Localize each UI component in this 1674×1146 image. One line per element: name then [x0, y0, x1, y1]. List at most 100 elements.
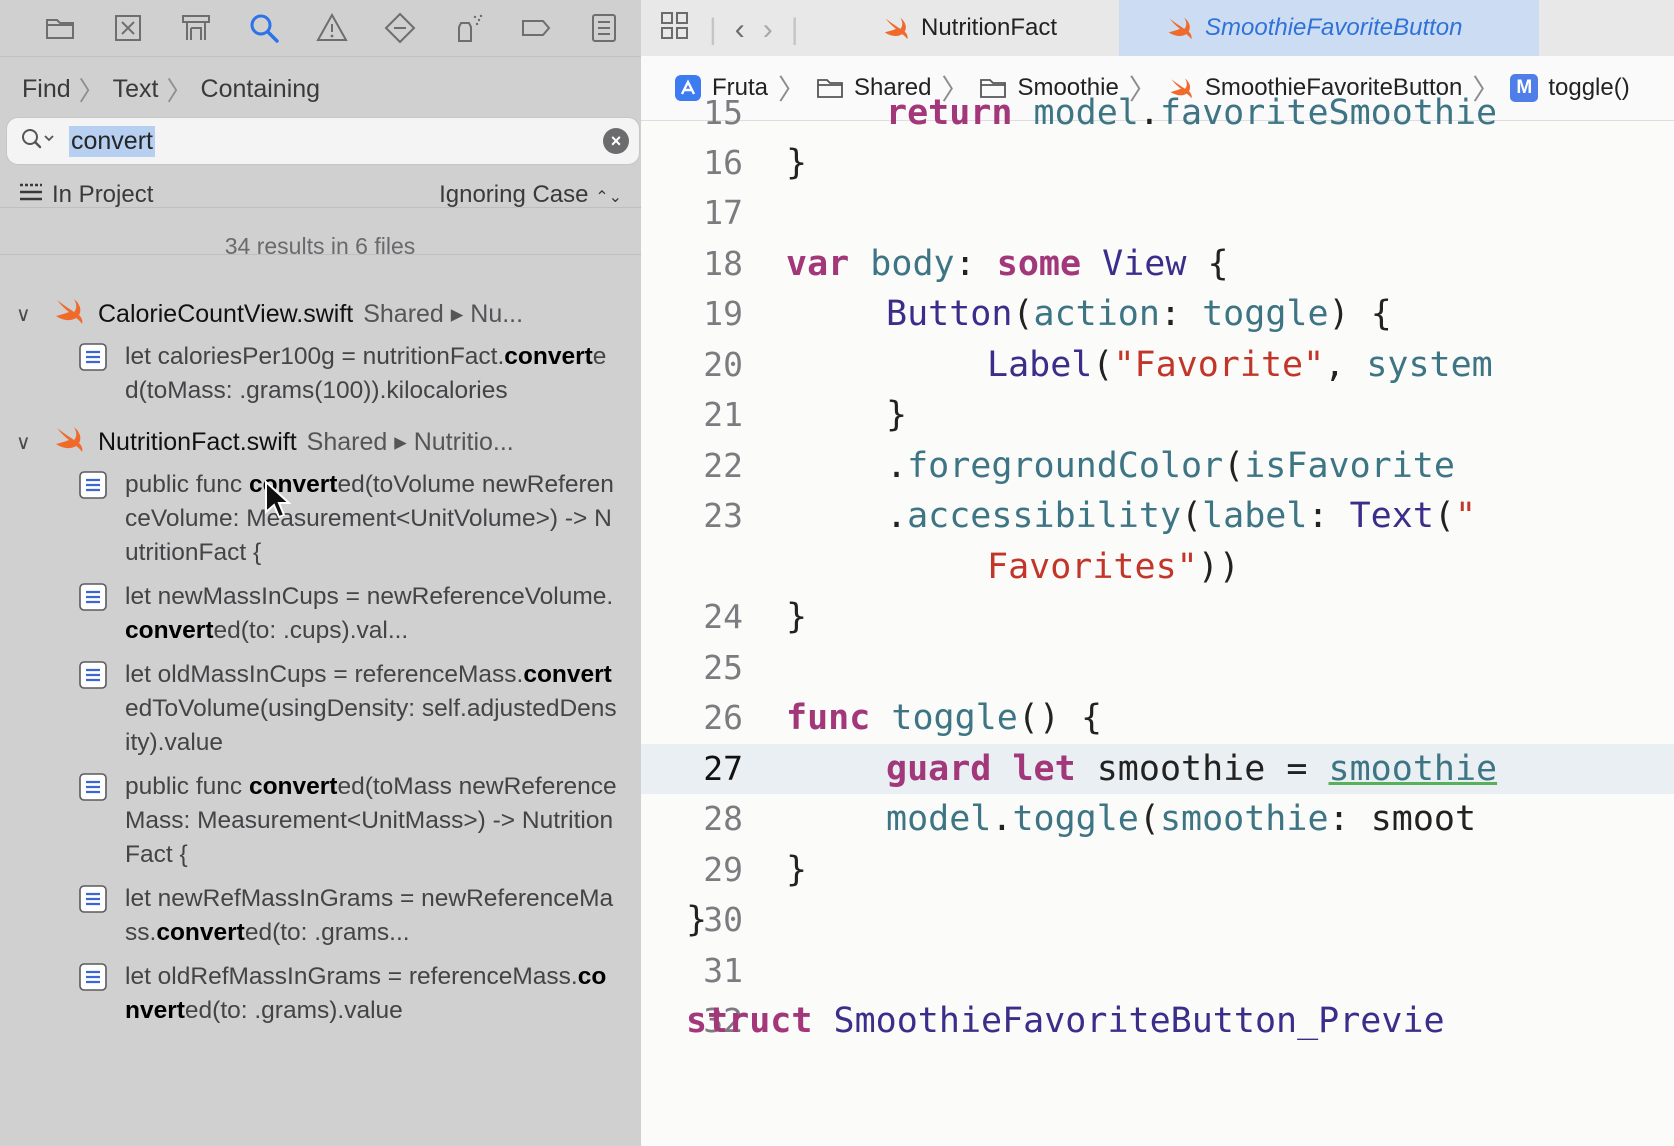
tab-navigation: | ‹ › | [659, 10, 799, 50]
case-sensitivity-label: Ignoring Case [439, 181, 589, 208]
find-mode-text[interactable]: Text [113, 75, 159, 104]
search-options-icon[interactable] [19, 126, 57, 157]
match-prefix: public func [125, 773, 249, 800]
line-number: 16 [703, 143, 743, 182]
result-file-name: CalorieCountView.swift [98, 299, 354, 328]
line-number: 21 [703, 395, 743, 434]
popup-chevron-icon: ⌃⌄ [595, 189, 622, 206]
find-mode-containing[interactable]: Containing [201, 75, 321, 104]
result-match-item[interactable]: let newMassInCups = newReferenceVolume. c… [78, 580, 618, 648]
code-line: 28 model.toggle(smoothie: smoot [641, 794, 1674, 844]
code-text: } [786, 850, 808, 890]
result-match-item[interactable]: public func converted(toMass newReferenc… [78, 770, 618, 872]
match-prefix: let oldMassInCups = referenceMass. [125, 661, 524, 688]
code-text: Label("Favorite", system [987, 345, 1493, 385]
report-list-icon[interactable] [570, 0, 638, 56]
code-line: 32 struct SmoothieFavoriteButton_Previe [641, 996, 1674, 1046]
result-file-name: NutritionFact.swift [98, 427, 297, 456]
line-number: 24 [703, 597, 743, 636]
code-line: 16} [641, 138, 1674, 188]
match-prefix: let newMassInCups = newReferenceVolume. [125, 583, 614, 610]
result-match-item[interactable]: let caloriesPer100g = nutritionFact.conv… [78, 340, 618, 408]
code-line: 21} [641, 390, 1674, 440]
match-text: public func converted(toVolume newRefere… [125, 468, 618, 570]
back-chevron-icon[interactable]: ‹ [735, 13, 745, 47]
related-items-grid-icon[interactable] [659, 10, 691, 50]
swift-file-icon [52, 424, 86, 461]
divider: | [709, 13, 717, 46]
source-line-icon [78, 582, 108, 612]
result-match-item[interactable]: let oldMassInCups = referenceMass.conver… [78, 658, 618, 760]
code-text: guard let smoothie = smoothie [886, 749, 1498, 789]
code-line: 23 .accessibility(label: Text(" [641, 491, 1674, 541]
code-line: 31 [641, 946, 1674, 996]
match-text: let oldRefMassInGrams = referenceMass.co… [125, 960, 618, 1028]
clear-search-icon[interactable]: × [603, 128, 629, 154]
source-control-icon[interactable] [94, 0, 162, 56]
find-navigator: Find 〉 Text 〉 Containing convert × In Pr… [0, 0, 656, 1146]
search-scope-row: In Project Ignoring Case ⌃⌄ [0, 172, 640, 218]
code-text: Button(action: toggle) { [886, 294, 1392, 334]
test-diamond-icon[interactable] [366, 0, 434, 56]
issue-warning-icon[interactable] [298, 0, 366, 56]
case-sensitivity-popup[interactable]: Ignoring Case ⌃⌄ [439, 181, 622, 209]
tab-smoothiefavoritebutton[interactable]: SmoothieFavoriteButton [1119, 0, 1539, 56]
navigator-toolbar [0, 0, 655, 57]
debug-spray-icon[interactable] [434, 0, 502, 56]
result-file-row[interactable]: ∨ NutritionFact.swift Shared ▸ Nutritio.… [0, 418, 640, 466]
match-suffix: ed(to: .grams... [244, 919, 410, 946]
find-mode-find[interactable]: Find [22, 75, 71, 104]
code-line: 17 [641, 188, 1674, 238]
code-line: 29} [641, 845, 1674, 895]
line-number: 23 [703, 496, 743, 535]
breadcrumb-separator: 〉 [78, 75, 105, 106]
match-hit: convert [248, 773, 338, 800]
disclosure-chevron-icon[interactable]: ∨ [16, 302, 38, 327]
swift-file-icon [884, 17, 908, 40]
code-text: return model.favoriteSmoothie [886, 93, 1498, 133]
code-text: Favorites")) [987, 547, 1240, 587]
match-text: let newMassInCups = newReferenceVolume. c… [125, 580, 618, 648]
search-scope[interactable]: In Project [52, 181, 153, 209]
result-file-path: Shared ▸ Nu... [363, 300, 524, 328]
code-text: } [786, 143, 808, 183]
result-file-row[interactable]: ∨ CalorieCountView.swift Shared ▸ Nu... [0, 290, 640, 338]
results-summary: 34 results in 6 files [224, 233, 416, 259]
result-match-item[interactable]: public func converted(toVolume newRefere… [78, 468, 618, 570]
line-number: 20 [703, 345, 743, 384]
result-file-path: Shared ▸ Nutritio... [306, 428, 514, 456]
code-text: } [886, 395, 908, 435]
source-line-icon [78, 470, 108, 500]
match-hit: convert [523, 661, 612, 688]
code-text: .foregroundColor(isFavorite [886, 446, 1455, 486]
line-number: 27 [703, 749, 743, 788]
match-hit: convert [504, 343, 593, 370]
disclosure-chevron-icon[interactable]: ∨ [16, 430, 38, 455]
line-number: 28 [703, 799, 743, 838]
project-navigator-folder-icon[interactable] [26, 0, 94, 56]
scope-filter-icon[interactable] [18, 181, 44, 210]
source-line-icon [78, 884, 108, 914]
result-match-item[interactable]: let oldRefMassInGrams = referenceMass.co… [78, 960, 618, 1028]
code-line: Favorites")) [641, 542, 1674, 592]
code-line: 20 Label("Favorite", system [641, 340, 1674, 390]
find-navigator-search-icon[interactable] [230, 0, 298, 56]
search-input[interactable]: convert [69, 125, 155, 157]
find-search-field[interactable]: convert × [6, 117, 640, 165]
swift-file-icon [1168, 17, 1192, 40]
editor-tab-bar: | ‹ › | NutritionFact SmoothieFavoriteBu… [641, 0, 1674, 57]
swift-file-icon [52, 296, 86, 333]
breakpoint-tag-icon[interactable] [502, 0, 570, 56]
symbol-navigator-icon[interactable] [162, 0, 230, 56]
code-text: model.toggle(smoothie: smoot [886, 799, 1477, 839]
line-number: 18 [703, 244, 743, 283]
source-line-icon [78, 772, 108, 802]
source-line-icon [78, 962, 108, 992]
line-number: 15 [703, 93, 743, 132]
line-number: 26 [703, 698, 743, 737]
match-text: public func converted(toMass newReferenc… [125, 770, 618, 872]
result-match-item[interactable]: let newRefMassInGrams = newReferenceMass… [78, 882, 618, 950]
tab-nutritionfact[interactable]: NutritionFact [881, 0, 1116, 56]
forward-chevron-icon[interactable]: › [763, 13, 773, 47]
code-line: 30} [641, 895, 1674, 945]
